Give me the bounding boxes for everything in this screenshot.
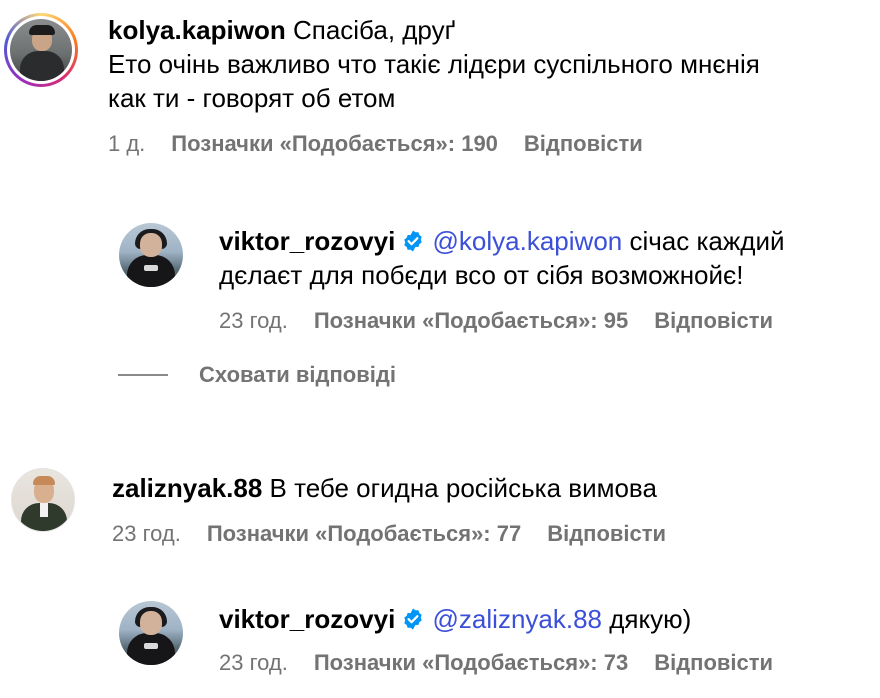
reply-button[interactable]: Відповісти bbox=[547, 521, 666, 547]
reply-button[interactable]: Відповісти bbox=[524, 131, 643, 157]
reply-viktor-2: viktor_rozovyi @zaliznyak.88 дякую) 23 г… bbox=[119, 601, 773, 676]
comment-username[interactable]: viktor_rozovyi bbox=[219, 226, 395, 256]
reply-viktor-1: viktor_rozovyi @kolya.kapiwon січас кажд… bbox=[119, 223, 785, 334]
comment-text: січас каждий bbox=[629, 226, 785, 256]
comment-username[interactable]: kolya.kapiwon bbox=[108, 15, 286, 45]
avatar[interactable] bbox=[119, 601, 183, 665]
comment-username[interactable]: zaliznyak.88 bbox=[112, 473, 262, 503]
comment-kolya: kolya.kapiwon Спасіба, друґ Ето очінь ва… bbox=[4, 13, 760, 157]
reply-button[interactable]: Відповісти bbox=[654, 308, 773, 334]
verified-badge-icon bbox=[404, 230, 422, 252]
likes-count[interactable]: Позначки «Подобається»: 77 bbox=[207, 521, 521, 547]
hide-replies-button[interactable]: Сховати відповіді bbox=[118, 362, 396, 388]
comment-text: дєлаєт для побєди всо от сібя возможнойє… bbox=[219, 260, 744, 290]
divider-line bbox=[118, 374, 168, 376]
comment-username[interactable]: viktor_rozovyi bbox=[219, 604, 395, 634]
comment-body: kolya.kapiwon Спасіба, друґ Ето очінь ва… bbox=[108, 13, 760, 157]
comment-text: дякую) bbox=[609, 604, 692, 634]
comment-zaliznyak: zaliznyak.88 В тебе огидна російська вим… bbox=[11, 468, 666, 547]
reply-button[interactable]: Відповісти bbox=[654, 650, 773, 676]
verified-badge-icon bbox=[404, 608, 422, 630]
comment-text: Спасіба, друґ bbox=[292, 15, 456, 45]
mention-link[interactable]: @kolya.kapiwon bbox=[433, 226, 623, 256]
story-ring[interactable] bbox=[4, 13, 78, 87]
likes-count[interactable]: Позначки «Подобається»: 190 bbox=[171, 131, 498, 157]
comment-time[interactable]: 23 год. bbox=[219, 650, 288, 676]
comment-meta: 23 год. Позначки «Подобається»: 73 Відпо… bbox=[219, 650, 773, 676]
comment-meta: 23 год. Позначки «Подобається»: 95 Відпо… bbox=[219, 308, 785, 334]
comment-meta: 1 д. Позначки «Подобається»: 190 Відпові… bbox=[108, 131, 760, 157]
hide-replies-label: Сховати відповіді bbox=[199, 362, 396, 387]
comment-meta: 23 год. Позначки «Подобається»: 77 Відпо… bbox=[112, 521, 666, 547]
avatar[interactable] bbox=[119, 223, 183, 287]
comment-time[interactable]: 1 д. bbox=[108, 131, 145, 157]
comment-text: В тебе огидна російська вимова bbox=[269, 473, 657, 503]
comment-body: viktor_rozovyi @zaliznyak.88 дякую) 23 г… bbox=[219, 602, 773, 676]
comment-time[interactable]: 23 год. bbox=[112, 521, 181, 547]
avatar[interactable] bbox=[11, 468, 75, 532]
comment-time[interactable]: 23 год. bbox=[219, 308, 288, 334]
likes-count[interactable]: Позначки «Подобається»: 73 bbox=[314, 650, 628, 676]
comment-text: Ето очінь важливо что такіє лідєри суспі… bbox=[108, 49, 760, 79]
comment-body: zaliznyak.88 В тебе огидна російська вим… bbox=[112, 471, 666, 547]
comment-body: viktor_rozovyi @kolya.kapiwon січас кажд… bbox=[219, 224, 785, 334]
comment-text: как ти - говорят об етом bbox=[108, 83, 396, 113]
avatar[interactable] bbox=[10, 19, 72, 81]
likes-count[interactable]: Позначки «Подобається»: 95 bbox=[314, 308, 628, 334]
mention-link[interactable]: @zaliznyak.88 bbox=[433, 604, 602, 634]
